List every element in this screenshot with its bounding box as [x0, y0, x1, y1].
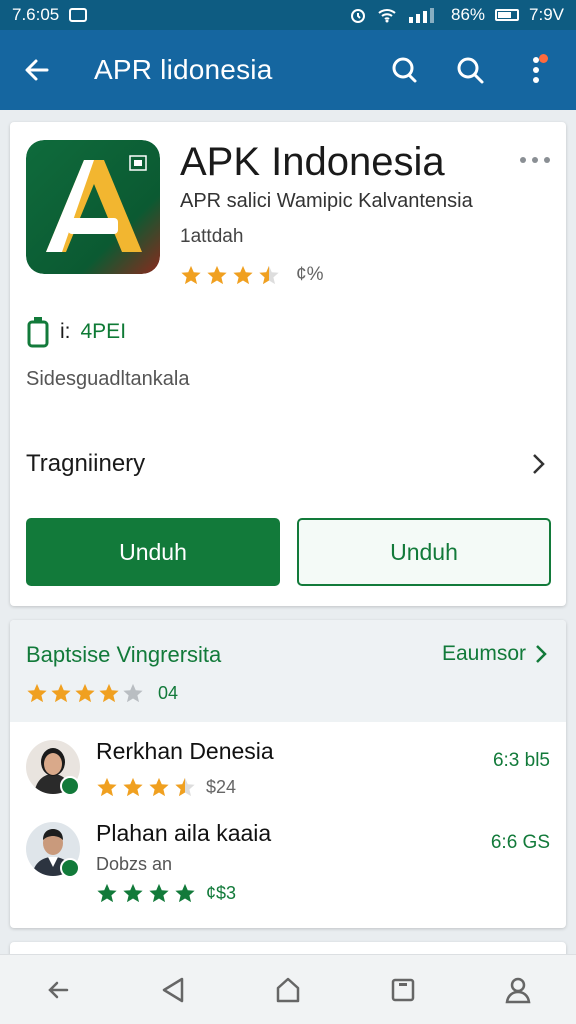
app-detail-card: APK Indonesia APR salici Wamipic Kalvant…: [10, 122, 566, 606]
review-meta: ¢$3: [206, 882, 237, 903]
empty-star-icon: [123, 683, 143, 703]
nav-profile-button[interactable]: [496, 968, 540, 1012]
section-title: Tragniinery: [26, 450, 146, 477]
wifi-icon: [378, 9, 396, 23]
search-chat-icon: [392, 57, 417, 83]
app-bar-title: APR lidonesia: [94, 54, 273, 85]
battery-outline-icon: [27, 317, 49, 348]
battery-icon: [495, 9, 520, 21]
star-icon: [27, 683, 47, 703]
reviewer-name: Plahan aila kaaia: [96, 820, 272, 846]
half-star-icon: [259, 265, 279, 285]
star-icon: [99, 683, 119, 703]
overflow-menu-button[interactable]: [516, 50, 556, 90]
reviews-header: Baptsise Vingrersita Eaumsor 04: [10, 620, 566, 722]
star-icon: [75, 683, 95, 703]
app-name: APK Indonesia: [180, 140, 445, 184]
star-icon: [181, 265, 201, 285]
app-logo-icon: [26, 140, 160, 274]
notification-dot: [539, 54, 548, 63]
notification-icon: [69, 8, 88, 22]
status-clock: 7:9V: [529, 5, 564, 24]
alarm-icon: [350, 9, 365, 23]
more-horizontal-icon: [520, 157, 526, 163]
star-icon: [149, 883, 169, 903]
app-developer: 1attdah: [180, 226, 244, 247]
status-time: 7.6:05: [12, 5, 60, 24]
app-subtext: Sidesguadltankala: [26, 368, 190, 390]
download-secondary-button[interactable]: Unduh: [297, 518, 551, 586]
status-bar: 7.6:05 86% 7:9V: [0, 0, 576, 30]
triangle-back-icon: [162, 977, 184, 1002]
star-icon: [233, 265, 253, 285]
arrow-left-icon: [47, 981, 68, 998]
star-icon: [123, 777, 143, 797]
star-icon: [97, 777, 117, 797]
nav-triangle-back-button[interactable]: [151, 968, 195, 1012]
chat-search-button[interactable]: [384, 50, 424, 90]
reviews-count: 04: [158, 682, 179, 703]
signal-icon: [408, 8, 434, 23]
app-logo: [26, 140, 160, 274]
star-icon: [123, 883, 143, 903]
star-icon: [51, 683, 71, 703]
star-icon: [207, 265, 227, 285]
section-row[interactable]: Tragniinery: [26, 444, 550, 484]
review-item[interactable]: Rerkhan Denesia $24 6:3 bl5: [26, 736, 550, 820]
recents-icon: [391, 978, 415, 1001]
review-meta: $24: [206, 776, 237, 797]
star-icon: [175, 883, 195, 903]
info-row: i: 4PEI: [26, 316, 126, 348]
app-description: APR salici Wamipic Kalvantensia: [180, 190, 473, 212]
review-item[interactable]: Plahan aila kaaia Dobzs an ¢$3 6:6 GS: [26, 818, 550, 904]
search-button[interactable]: [450, 50, 490, 90]
download-button[interactable]: Unduh: [26, 518, 280, 586]
review-date: 6:3 bl5: [492, 750, 550, 771]
reviews-title: Baptsise Vingrersita: [26, 642, 222, 667]
nav-back-button[interactable]: [36, 968, 80, 1012]
battery-percent: 86%: [450, 5, 486, 24]
verified-badge-icon: [60, 776, 80, 796]
app-rating: ¢%: [180, 264, 323, 286]
review-rating: $24: [96, 776, 236, 798]
navigation-bar: [0, 954, 576, 1024]
reviews-card: Baptsise Vingrersita Eaumsor 04 Rerkhan …: [10, 620, 566, 928]
star-icon: [149, 777, 169, 797]
arrow-left-icon: [25, 59, 49, 81]
reviews-rating: 04: [26, 682, 178, 704]
profile-icon: [505, 977, 531, 1003]
chevron-right-icon: [533, 454, 545, 474]
app-bar: APR lidonesia: [0, 30, 576, 110]
rating-extra: ¢%: [296, 264, 324, 285]
review-date: 6:6 GS: [490, 832, 550, 853]
info-label: i:: [60, 320, 71, 343]
info-value: 4PEI: [80, 320, 127, 343]
chevron-right-icon: [536, 645, 547, 663]
nav-recents-button[interactable]: [381, 968, 425, 1012]
home-icon: [276, 977, 300, 1002]
star-icon: [97, 883, 117, 903]
reviews-link[interactable]: Eaumsor: [442, 642, 548, 666]
reviews-link-label: Eaumsor: [441, 642, 526, 665]
review-rating: ¢$3: [96, 882, 236, 904]
back-button[interactable]: [14, 47, 60, 93]
reviewer-name: Rerkhan Denesia: [96, 738, 274, 764]
more-dot: [544, 157, 550, 163]
verified-badge-icon: [60, 858, 80, 878]
reviewer-subtitle: Dobzs an: [96, 854, 173, 874]
card-more-button[interactable]: [520, 150, 550, 170]
nav-home-button[interactable]: [266, 968, 310, 1012]
more-dot: [532, 157, 538, 163]
half-star-icon: [175, 777, 195, 797]
search-icon: [457, 57, 484, 84]
